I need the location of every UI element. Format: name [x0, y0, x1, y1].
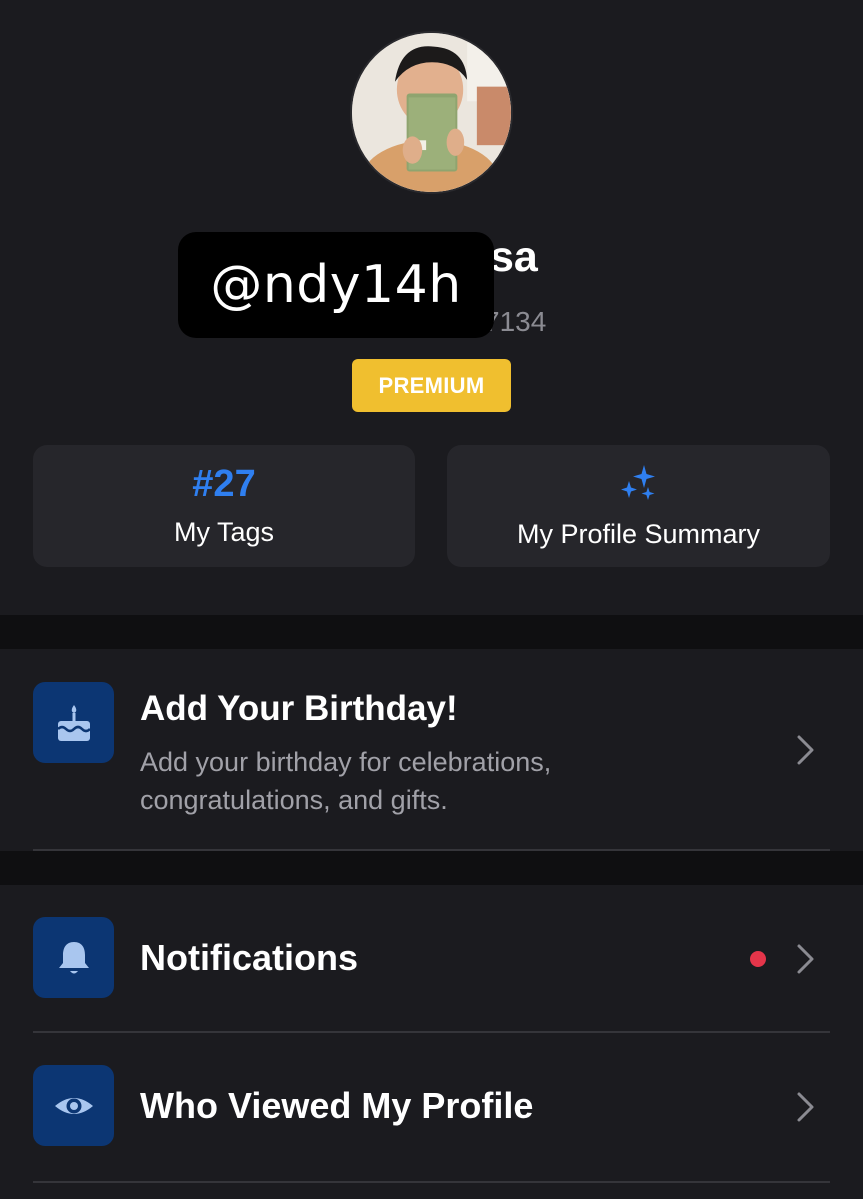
menu-list: Notifications Who Viewed My Profile — [0, 885, 863, 1199]
birthday-cake-icon — [56, 704, 91, 741]
tags-count: #27 — [192, 462, 256, 505]
chevron-right-icon — [795, 733, 817, 767]
avatar[interactable] — [350, 31, 513, 194]
birthday-icon-box — [33, 682, 114, 763]
birthday-description: Add your birthday for celebrations, cong… — [140, 747, 552, 815]
my-tags-tile[interactable]: #27 My Tags — [33, 445, 415, 567]
chevron-right-icon — [795, 1090, 817, 1124]
profile-page: sa 7134 @ndy14h PREMIUM #27 My Tags My P… — [0, 0, 863, 1199]
profile-header: sa 7134 @ndy14h PREMIUM #27 My Tags My P… — [0, 0, 863, 615]
identity-block: sa 7134 @ndy14h — [0, 228, 863, 348]
divider — [33, 849, 830, 851]
viewers-icon-box — [33, 1065, 114, 1146]
menu-item-label: Who Viewed My Profile — [140, 1085, 534, 1126]
eye-icon — [54, 1097, 93, 1114]
birthday-title: Add Your Birthday! — [140, 689, 458, 728]
avatar-photo — [352, 33, 511, 192]
tags-label: My Tags — [173, 516, 275, 547]
bell-icon — [58, 941, 89, 973]
menu-item-label: Notifications — [140, 937, 359, 978]
menu-item-notifications[interactable]: Notifications — [0, 885, 863, 1033]
chevron-right-icon — [795, 942, 817, 976]
display-name: sa — [490, 233, 538, 281]
notification-dot — [750, 951, 766, 967]
premium-badge[interactable]: PREMIUM — [352, 359, 511, 412]
profile-summary-tile[interactable]: My Profile Summary — [447, 445, 830, 567]
summary-label: My Profile Summary — [516, 518, 761, 549]
sparkle-icon — [620, 464, 655, 500]
username-redaction: @ndy14h — [178, 232, 494, 338]
notifications-icon-box — [33, 917, 114, 998]
divider — [33, 1181, 830, 1183]
birthday-card[interactable]: Add Your Birthday! Add your birthday for… — [0, 649, 863, 851]
menu-item-who-viewed[interactable]: Who Viewed My Profile — [0, 1033, 863, 1181]
